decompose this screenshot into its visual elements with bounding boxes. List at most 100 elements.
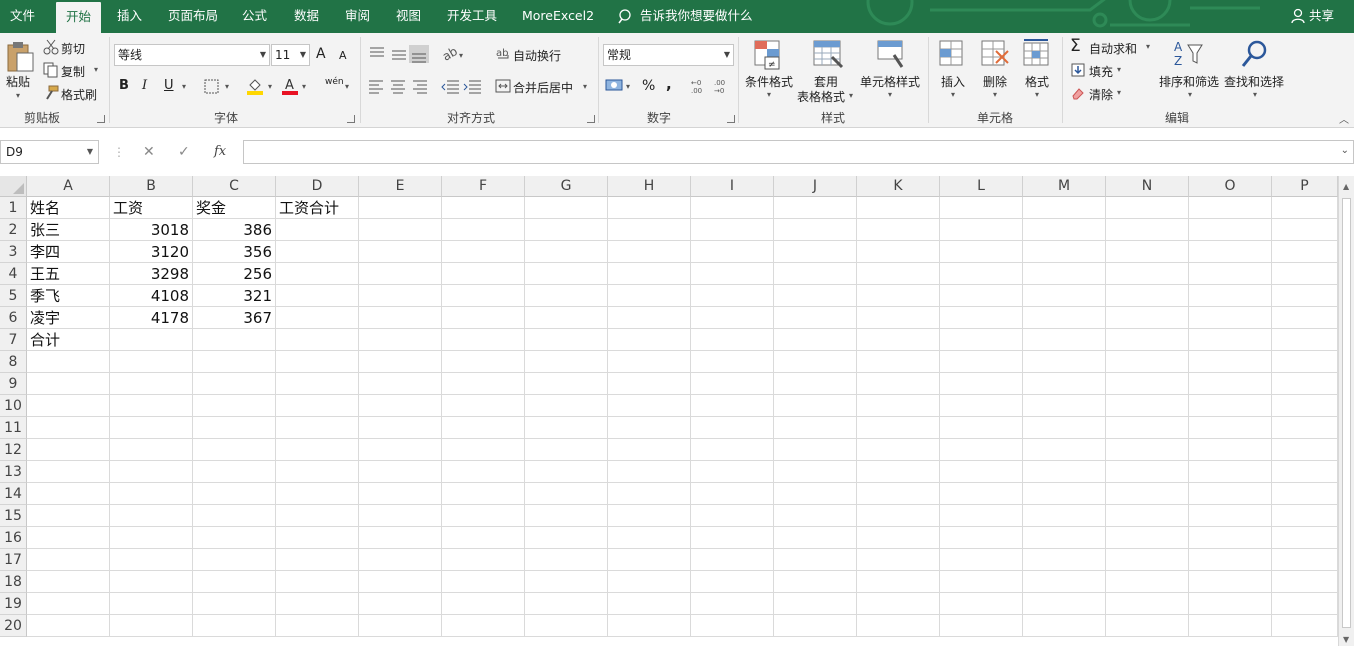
cell-D12[interactable]: [276, 439, 359, 461]
cell-O20[interactable]: [1189, 615, 1272, 637]
cell-E8[interactable]: [359, 351, 442, 373]
number-dialog-launcher[interactable]: [727, 115, 735, 123]
cell-O17[interactable]: [1189, 549, 1272, 571]
cell-A9[interactable]: [27, 373, 110, 395]
cell-A16[interactable]: [27, 527, 110, 549]
cell-L1[interactable]: [940, 197, 1023, 219]
cell-A20[interactable]: [27, 615, 110, 637]
cell-M15[interactable]: [1023, 505, 1106, 527]
alignment-dialog-launcher[interactable]: [587, 115, 595, 123]
cell-K19[interactable]: [857, 593, 940, 615]
cell-A19[interactable]: [27, 593, 110, 615]
cell-F9[interactable]: [442, 373, 525, 395]
cell-M6[interactable]: [1023, 307, 1106, 329]
conditional-dropdown-arrow[interactable]: ▾: [767, 90, 771, 99]
row-header-13[interactable]: 13: [0, 461, 27, 483]
cell-F17[interactable]: [442, 549, 525, 571]
cell-H13[interactable]: [608, 461, 691, 483]
cell-F6[interactable]: [442, 307, 525, 329]
cell-G2[interactable]: [525, 219, 608, 241]
cell-O10[interactable]: [1189, 395, 1272, 417]
column-header-D[interactable]: D: [276, 176, 359, 197]
cell-styles-button[interactable]: 单元格样式: [860, 73, 920, 90]
cell-H4[interactable]: [608, 263, 691, 285]
horizontal-align-icons[interactable]: [367, 78, 431, 94]
cell-J13[interactable]: [774, 461, 857, 483]
cell-H14[interactable]: [608, 483, 691, 505]
font-color-dropdown-arrow[interactable]: ▾: [302, 82, 306, 91]
scroll-down-icon[interactable]: ▼: [1343, 635, 1349, 644]
cell-B3[interactable]: 3120: [110, 241, 193, 263]
cell-F19[interactable]: [442, 593, 525, 615]
conditional-formatting-button[interactable]: 条件格式: [745, 73, 793, 90]
autosum-dropdown-arrow[interactable]: ▾: [1146, 42, 1150, 51]
find-select-dropdown-arrow[interactable]: ▾: [1253, 90, 1257, 99]
tab-insert[interactable]: 插入: [117, 0, 142, 33]
tab-review[interactable]: 审阅: [345, 0, 370, 33]
underline-button[interactable]: U: [164, 78, 174, 93]
cell-D10[interactable]: [276, 395, 359, 417]
cell-B2[interactable]: 3018: [110, 219, 193, 241]
cell-O12[interactable]: [1189, 439, 1272, 461]
cell-O8[interactable]: [1189, 351, 1272, 373]
name-box[interactable]: D9 ▼: [0, 140, 99, 164]
cell-H5[interactable]: [608, 285, 691, 307]
cell-L20[interactable]: [940, 615, 1023, 637]
cell-I18[interactable]: [691, 571, 774, 593]
formula-input[interactable]: ⌄: [243, 140, 1354, 164]
cell-P17[interactable]: [1272, 549, 1338, 571]
shrink-font-button[interactable]: A: [339, 49, 347, 62]
cell-G3[interactable]: [525, 241, 608, 263]
cell-A8[interactable]: [27, 351, 110, 373]
cell-H15[interactable]: [608, 505, 691, 527]
accounting-format-icon[interactable]: ▾: [605, 77, 633, 95]
cell-C10[interactable]: [193, 395, 276, 417]
font-size-combo[interactable]: 11 ▼: [271, 44, 310, 66]
cell-J6[interactable]: [774, 307, 857, 329]
cell-O5[interactable]: [1189, 285, 1272, 307]
cell-P5[interactable]: [1272, 285, 1338, 307]
cell-G17[interactable]: [525, 549, 608, 571]
cell-B17[interactable]: [110, 549, 193, 571]
cell-G10[interactable]: [525, 395, 608, 417]
vertical-align-icons[interactable]: [367, 45, 431, 63]
cell-D15[interactable]: [276, 505, 359, 527]
cell-D18[interactable]: [276, 571, 359, 593]
cell-E11[interactable]: [359, 417, 442, 439]
cell-H2[interactable]: [608, 219, 691, 241]
cell-J1[interactable]: [774, 197, 857, 219]
cell-C9[interactable]: [193, 373, 276, 395]
cell-F8[interactable]: [442, 351, 525, 373]
cell-I13[interactable]: [691, 461, 774, 483]
cell-J18[interactable]: [774, 571, 857, 593]
cell-I2[interactable]: [691, 219, 774, 241]
cell-J19[interactable]: [774, 593, 857, 615]
cell-J14[interactable]: [774, 483, 857, 505]
cell-P2[interactable]: [1272, 219, 1338, 241]
cell-F3[interactable]: [442, 241, 525, 263]
cell-L11[interactable]: [940, 417, 1023, 439]
cell-L14[interactable]: [940, 483, 1023, 505]
cell-F4[interactable]: [442, 263, 525, 285]
cell-O15[interactable]: [1189, 505, 1272, 527]
cell-H7[interactable]: [608, 329, 691, 351]
cell-K1[interactable]: [857, 197, 940, 219]
cut-button[interactable]: 剪切: [61, 40, 85, 57]
cell-H20[interactable]: [608, 615, 691, 637]
cell-H18[interactable]: [608, 571, 691, 593]
cell-O11[interactable]: [1189, 417, 1272, 439]
cell-C14[interactable]: [193, 483, 276, 505]
cell-D5[interactable]: [276, 285, 359, 307]
cell-L15[interactable]: [940, 505, 1023, 527]
cell-G7[interactable]: [525, 329, 608, 351]
clear-dropdown-arrow[interactable]: ▾: [1117, 88, 1121, 97]
cell-I17[interactable]: [691, 549, 774, 571]
cell-M13[interactable]: [1023, 461, 1106, 483]
cell-H8[interactable]: [608, 351, 691, 373]
cell-G13[interactable]: [525, 461, 608, 483]
cell-N15[interactable]: [1106, 505, 1189, 527]
cell-C12[interactable]: [193, 439, 276, 461]
cell-E10[interactable]: [359, 395, 442, 417]
cell-A2[interactable]: 张三: [27, 219, 110, 241]
tab-developer[interactable]: 开发工具: [447, 0, 497, 33]
